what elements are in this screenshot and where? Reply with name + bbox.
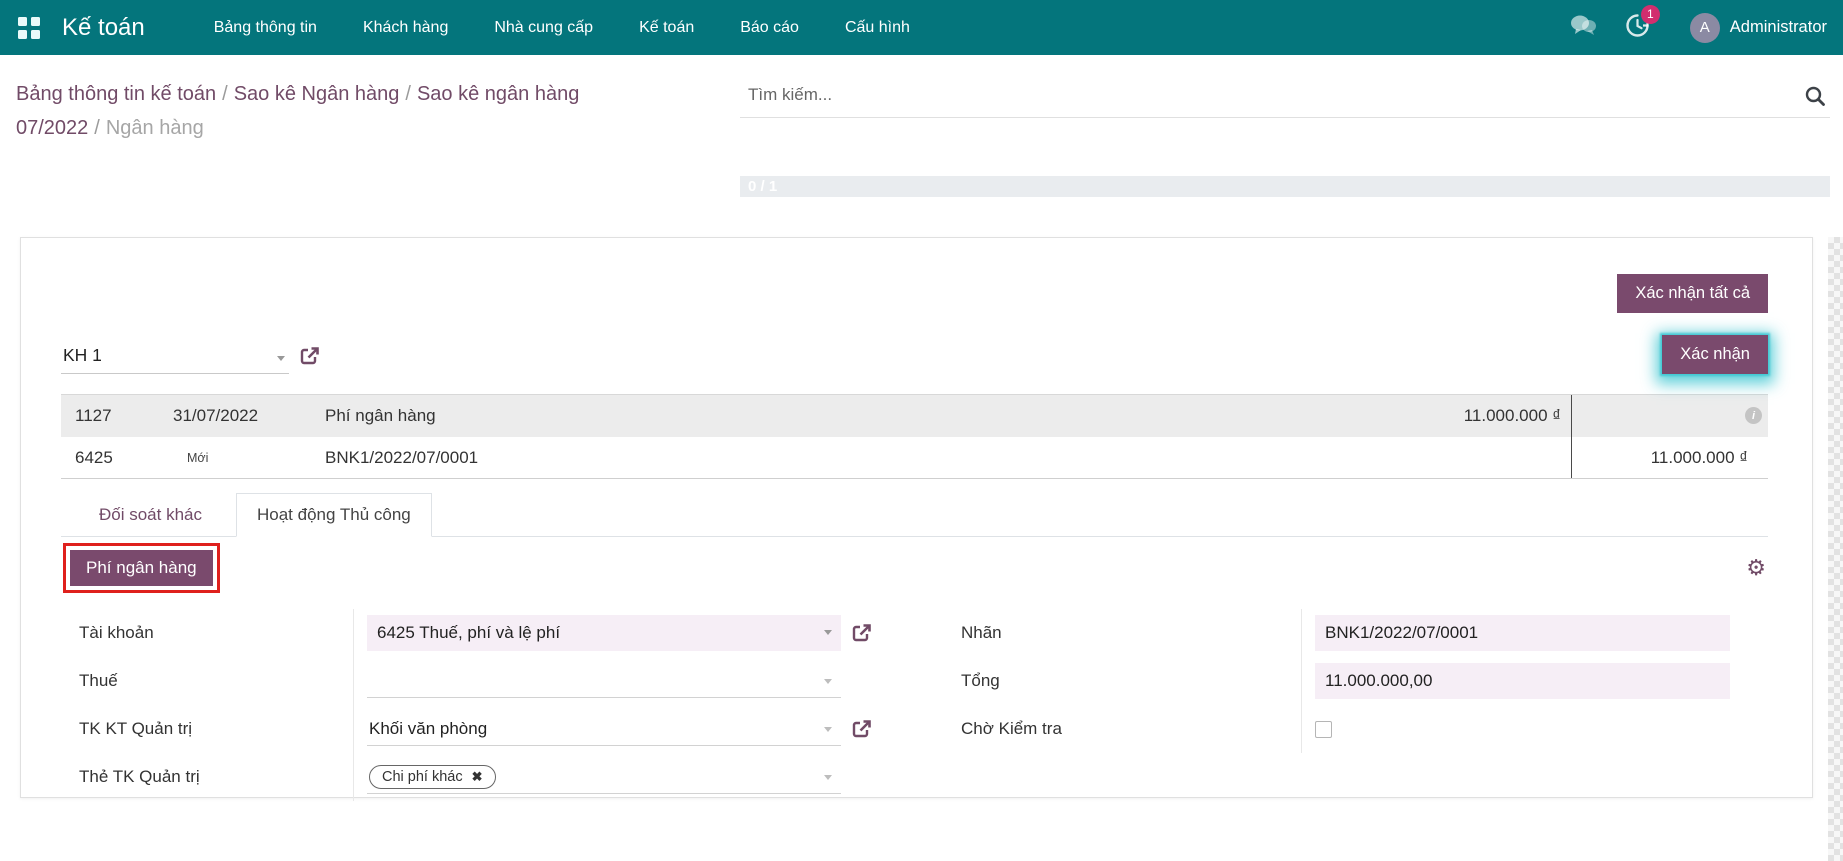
menu-customers[interactable]: Khách hàng	[340, 0, 471, 55]
app-title[interactable]: Kế toán	[62, 14, 145, 42]
field-label-analytic-account: TK KT Quản trị	[61, 719, 353, 739]
cell-account: 6425	[61, 437, 173, 478]
user-avatar: A	[1690, 13, 1720, 43]
chevron-down-icon[interactable]	[824, 727, 832, 732]
form-group-left: Tài khoản 6425 Thuế, phí và lệ phí	[61, 609, 883, 801]
search-icon[interactable]	[1804, 85, 1826, 112]
breadcrumb: Bảng thông tin kế toán/Sao kê Ngân hàng/…	[16, 77, 716, 145]
top-navbar: Kế toán Bảng thông tin Khách hàng Nhà cu…	[0, 0, 1843, 55]
field-label-account: Tài khoản	[61, 623, 353, 643]
chevron-down-icon[interactable]	[824, 775, 832, 780]
tag-chip[interactable]: Chi phí khác ✖	[369, 765, 496, 789]
activities-clock-icon[interactable]: 1	[1625, 13, 1650, 43]
notebook-tabs: Đối soát khác Hoạt động Thủ công	[61, 493, 1768, 537]
messages-icon[interactable]	[1570, 14, 1597, 41]
menu-accounting[interactable]: Kế toán	[616, 0, 717, 55]
external-link-icon[interactable]	[851, 719, 872, 740]
label-input[interactable]: BNK1/2022/07/0001	[1315, 615, 1730, 651]
chevron-down-icon[interactable]	[277, 356, 285, 361]
main-menu: Bảng thông tin Khách hàng Nhà cung cấp K…	[191, 0, 933, 55]
user-name: Administrator	[1730, 18, 1827, 37]
search-area: 0 / 1	[740, 55, 1830, 197]
breadcrumb-link-dashboard[interactable]: Bảng thông tin kế toán	[16, 83, 216, 105]
external-link-icon[interactable]	[851, 623, 872, 644]
activity-count-badge: 1	[1641, 5, 1660, 24]
apps-grid-square	[31, 17, 40, 26]
cell-amount-debit: 11.000.000 ₫	[1331, 395, 1571, 437]
field-label-name: Nhãn	[946, 623, 1301, 643]
cell-label: Phí ngân hàng	[325, 395, 1331, 437]
form-group-right: Nhãn BNK1/2022/07/0001 Tổng 11.000.000,0…	[946, 609, 1768, 801]
search-input[interactable]	[740, 75, 1830, 118]
table-row[interactable]: 1127 31/07/2022 Phí ngân hàng 11.000.000…	[61, 395, 1768, 437]
manual-operation-form: Tài khoản 6425 Thuế, phí và lệ phí	[61, 609, 1768, 801]
cell-amount-credit: 11.000.000 ₫	[1571, 437, 1768, 478]
total-value: 11.000.000,00	[1325, 671, 1432, 691]
bank-fee-preset-button[interactable]: Phí ngân hàng	[70, 550, 213, 586]
journal-value: KH 1	[63, 345, 102, 365]
info-icon[interactable]: i	[1745, 407, 1762, 424]
cell-amount-debit	[1331, 437, 1571, 478]
control-panel: Bảng thông tin kế toán/Sao kê Ngân hàng/…	[0, 55, 1843, 215]
confirm-button[interactable]: Xác nhận	[1662, 335, 1768, 374]
label-value: BNK1/2022/07/0001	[1325, 623, 1478, 643]
apps-grid-square	[18, 17, 27, 26]
status-badge: Mới	[187, 451, 208, 465]
field-label-to-check: Chờ Kiểm tra	[946, 719, 1301, 739]
tax-select[interactable]	[367, 664, 841, 698]
field-label-total: Tổng	[946, 671, 1301, 691]
breadcrumb-link-statements[interactable]: Sao kê Ngân hàng	[234, 83, 400, 105]
analytic-tags-select[interactable]: Chi phí khác ✖	[367, 760, 841, 794]
tab-manual-operations[interactable]: Hoạt động Thủ công	[236, 493, 432, 537]
to-check-checkbox[interactable]	[1315, 721, 1332, 738]
chevron-down-icon[interactable]	[824, 679, 832, 684]
apps-grid-icon[interactable]	[18, 17, 40, 39]
transparency-edge-strip	[1828, 237, 1843, 861]
menu-reports[interactable]: Báo cáo	[717, 0, 822, 55]
menu-configuration[interactable]: Cấu hình	[822, 0, 933, 55]
analytic-account-select[interactable]: Khối văn phòng	[367, 712, 841, 746]
cell-date: 31/07/2022	[173, 395, 325, 437]
journal-field[interactable]: KH 1	[61, 339, 289, 374]
amount-value: 11.000.000 ₫	[1651, 448, 1748, 468]
move-lines-table: 1127 31/07/2022 Phí ngân hàng 11.000.000…	[61, 394, 1768, 479]
apps-grid-square	[18, 30, 27, 39]
navbar-right: 1 A Administrator	[1570, 13, 1843, 43]
breadcrumb-separator: /	[216, 83, 234, 105]
table-row[interactable]: 6425 Mới BNK1/2022/07/0001 11.000.000 ₫	[61, 437, 1768, 479]
field-label-analytic-tags: Thẻ TK Quản trị	[61, 767, 353, 787]
breadcrumb-separator: /	[399, 83, 417, 105]
cell-label: BNK1/2022/07/0001	[325, 437, 1331, 478]
account-value: 6425 Thuế, phí và lệ phí	[377, 623, 560, 643]
confirm-all-button[interactable]: Xác nhận tất cả	[1617, 274, 1768, 313]
tutorial-highlight-box: Phí ngân hàng	[63, 543, 220, 593]
apps-grid-square	[31, 30, 40, 39]
breadcrumb-separator: /	[88, 117, 106, 139]
tab-other-reconciliation[interactable]: Đối soát khác	[79, 494, 222, 536]
menu-vendors[interactable]: Nhà cung cấp	[471, 0, 616, 55]
breadcrumb-current: Ngân hàng	[106, 117, 204, 139]
total-input[interactable]: 11.000.000,00	[1315, 663, 1730, 699]
menu-dashboard[interactable]: Bảng thông tin	[191, 0, 340, 55]
account-select[interactable]: 6425 Thuế, phí và lệ phí	[367, 615, 841, 651]
analytic-account-value: Khối văn phòng	[369, 719, 487, 739]
page: Kế toán Bảng thông tin Khách hàng Nhà cu…	[0, 0, 1843, 861]
pager: 0 / 1	[740, 176, 1830, 197]
field-label-tax: Thuế	[61, 671, 353, 691]
user-menu[interactable]: A Administrator	[1690, 13, 1827, 43]
external-link-icon[interactable]	[299, 346, 320, 367]
tag-label: Chi phí khác	[382, 769, 463, 785]
tag-remove-icon[interactable]: ✖	[472, 770, 483, 783]
gear-icon[interactable]: ⚙	[1746, 557, 1766, 579]
cell-status: Mới	[173, 437, 325, 478]
cell-amount-credit: i	[1571, 395, 1768, 437]
statement-line-card: Xác nhận tất cả KH 1 Xác nhận	[20, 237, 1813, 798]
chevron-down-icon[interactable]	[824, 630, 832, 635]
cell-account: 1127	[61, 395, 173, 437]
